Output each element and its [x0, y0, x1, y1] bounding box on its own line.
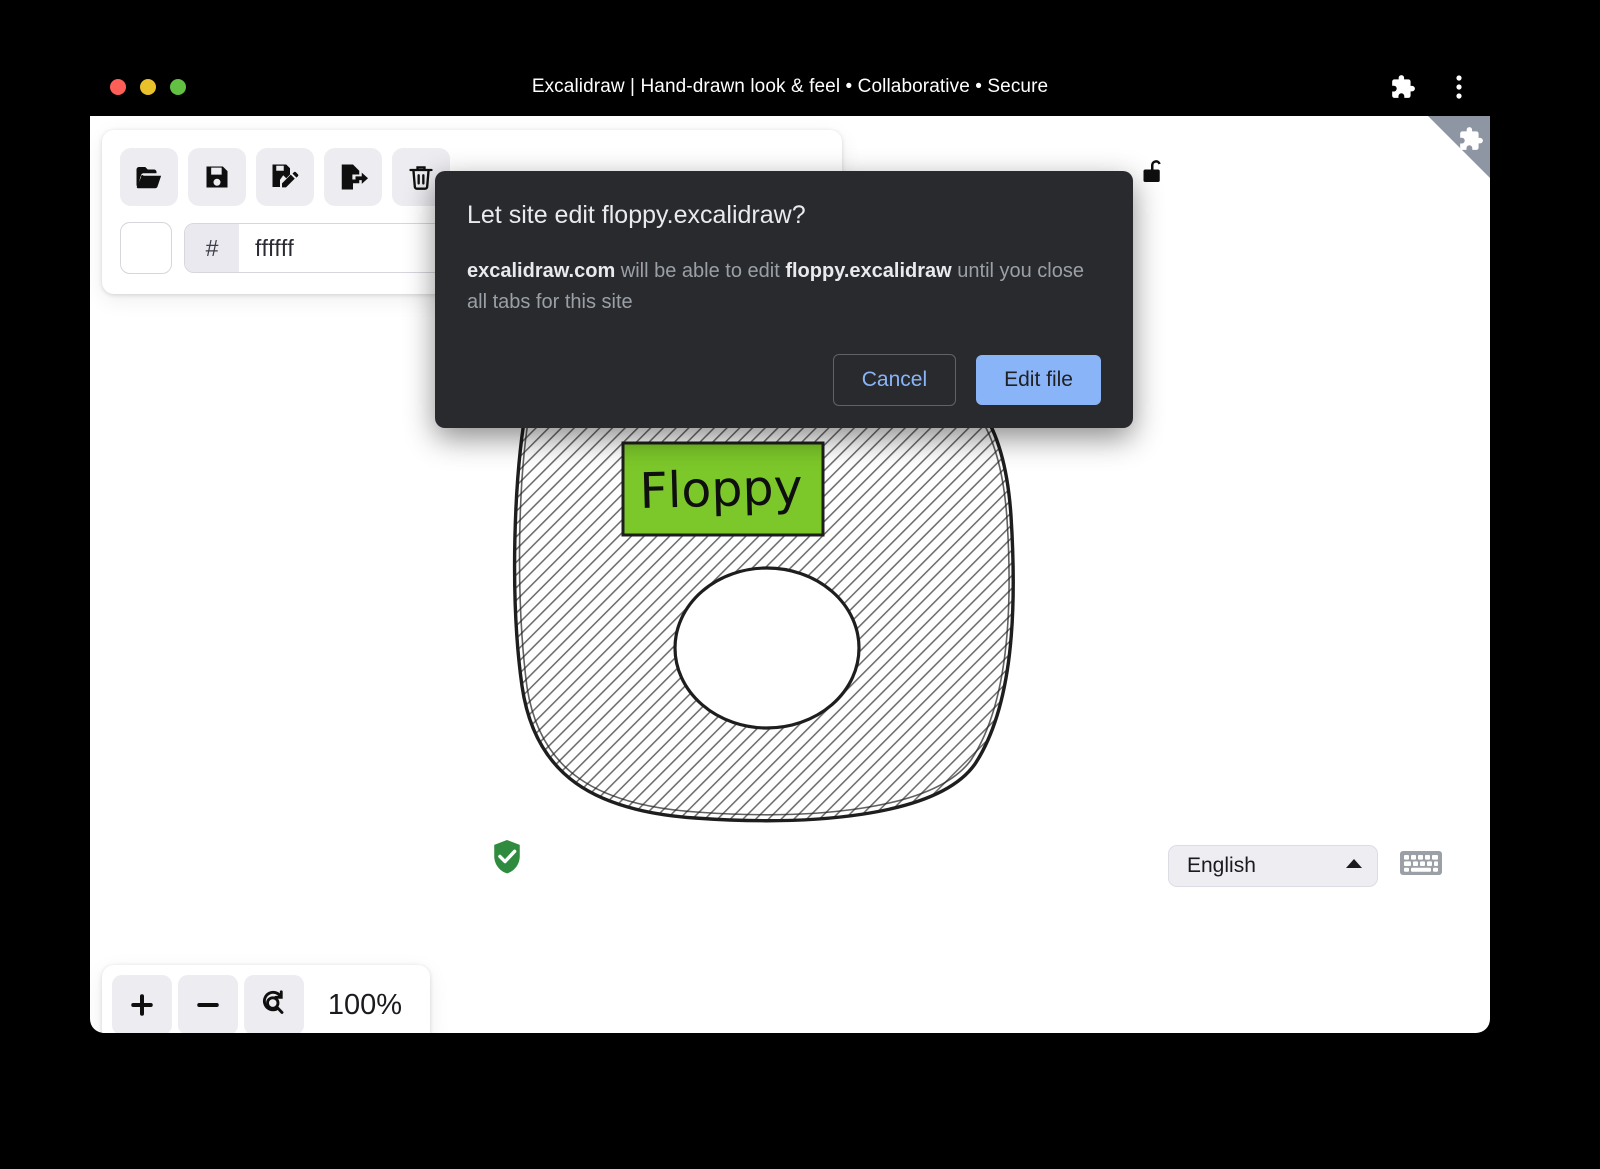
page-viewport: Floppy [90, 116, 1490, 1033]
dialog-body: excalidraw.com will be able to edit flop… [467, 256, 1101, 318]
floppy-pencil-save-as-icon [270, 162, 300, 192]
shield-check-icon [490, 838, 524, 881]
window-close-button[interactable] [110, 79, 126, 95]
extensions-icon[interactable] [1390, 74, 1416, 100]
chevron-up-icon [1345, 857, 1363, 875]
floppy-label-text: Floppy [639, 459, 803, 520]
hex-prefix-label: # [185, 224, 239, 272]
save-file-button[interactable] [188, 148, 246, 206]
export-file-button[interactable] [324, 148, 382, 206]
padlock-open-icon [1143, 157, 1169, 192]
dialog-actions: Cancel Edit file [467, 354, 1101, 406]
language-select[interactable]: English [1168, 845, 1378, 887]
open-file-button[interactable] [120, 148, 178, 206]
zoom-in-button[interactable] [112, 975, 172, 1033]
browser-window: Excalidraw | Hand-drawn look & feel • Co… [90, 58, 1490, 1033]
chrome-menu-icon[interactable] [1446, 74, 1472, 100]
save-as-file-button[interactable] [256, 148, 314, 206]
window-minimize-button[interactable] [140, 79, 156, 95]
reset-zoom-icon [259, 988, 289, 1023]
floppy-save-icon [203, 163, 231, 191]
window-title: Excalidraw | Hand-drawn look & feel • Co… [90, 76, 1490, 98]
floppy-hub-hole [675, 568, 859, 728]
file-edit-permission-dialog: Let site edit floppy.excalidraw? excalid… [435, 171, 1133, 428]
reset-zoom-button[interactable] [244, 975, 304, 1033]
zoom-level-label[interactable]: 100% [310, 989, 420, 1022]
dialog-title: Let site edit floppy.excalidraw? [467, 201, 1101, 230]
floppy-disk-sketch[interactable]: Floppy [505, 356, 1045, 836]
dialog-text-1: will be able to edit [615, 260, 785, 282]
file-export-icon [338, 162, 368, 192]
folder-open-icon [134, 162, 164, 192]
traffic-lights [110, 79, 186, 95]
edit-file-button[interactable]: Edit file [976, 355, 1101, 405]
dialog-filename: floppy.excalidraw [785, 260, 951, 282]
floppy-label[interactable]: Floppy [623, 443, 823, 535]
trash-icon [407, 163, 435, 191]
zoom-out-button[interactable] [178, 975, 238, 1033]
keyboard-shortcuts-button[interactable] [1400, 848, 1442, 883]
dialog-origin: excalidraw.com [467, 260, 615, 282]
cancel-button[interactable]: Cancel [833, 354, 956, 406]
titlebar-right-icons [1390, 74, 1472, 100]
color-swatch[interactable] [120, 222, 172, 274]
browser-title-bar: Excalidraw | Hand-drawn look & feel • Co… [90, 58, 1490, 116]
lock-toggle-button[interactable] [1128, 146, 1184, 202]
keyboard-icon [1400, 865, 1442, 882]
zoom-controls-panel: 100% [102, 965, 430, 1033]
window-maximize-button[interactable] [170, 79, 186, 95]
language-select-value: English [1187, 854, 1256, 878]
